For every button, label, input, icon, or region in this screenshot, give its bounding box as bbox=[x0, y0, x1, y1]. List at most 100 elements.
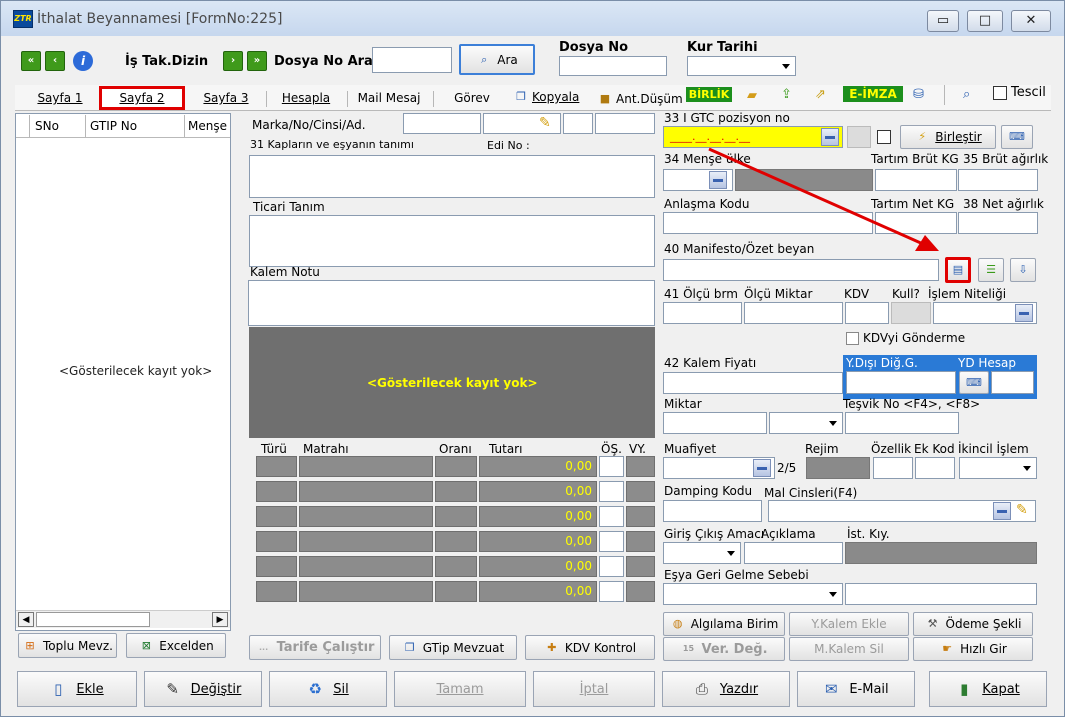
left-hscrollbar[interactable]: ◀ ▶ bbox=[16, 610, 230, 628]
ikincil-islem-dropdown[interactable] bbox=[959, 457, 1037, 479]
yd-hesap-input[interactable] bbox=[991, 371, 1034, 394]
minimize-button[interactable]: ▭ bbox=[927, 10, 959, 32]
kur-tarihi-dropdown[interactable] bbox=[687, 56, 796, 76]
kalem-fiyati-input[interactable] bbox=[663, 372, 843, 394]
col-sno[interactable]: SNo bbox=[35, 119, 59, 133]
maximize-button[interactable]: □ bbox=[967, 10, 1003, 32]
net-agirlik-input[interactable] bbox=[958, 212, 1038, 234]
ver-deg-button[interactable]: 15 Ver. Değ. bbox=[663, 637, 785, 661]
esya-geri-input[interactable] bbox=[845, 583, 1037, 605]
folder-export-icon[interactable]: ⇗ bbox=[815, 87, 826, 102]
db-icon[interactable]: ⛁ bbox=[913, 87, 924, 102]
tab-sayfa-3[interactable]: Sayfa 3 bbox=[191, 86, 261, 110]
tax-os-cell[interactable] bbox=[599, 556, 624, 577]
next-record-button[interactable]: › bbox=[223, 51, 243, 71]
kdv-input[interactable] bbox=[845, 302, 889, 324]
gtip-mevzuat-button[interactable]: ❐ GTip Mevzuat bbox=[389, 635, 517, 660]
tarife-calistir-button[interactable]: ... Tarife Çalıştır bbox=[249, 635, 381, 660]
folder-open-icon[interactable]: ▰ bbox=[747, 88, 757, 103]
col-orani: Oranı bbox=[439, 442, 472, 456]
tax-os-cell[interactable] bbox=[599, 531, 624, 552]
tax-os-cell[interactable] bbox=[599, 506, 624, 527]
kalem-notu-textarea[interactable] bbox=[248, 280, 655, 326]
is-takip-dizin-label[interactable]: İş Tak.Dizin bbox=[125, 54, 208, 69]
aciklama-input[interactable] bbox=[744, 542, 843, 564]
page-search-icon[interactable]: ⌕ bbox=[963, 87, 970, 102]
tax-type-cell bbox=[256, 481, 297, 502]
giris-cikis-dropdown[interactable] bbox=[663, 542, 741, 564]
e-imza-button[interactable]: E-İMZA bbox=[843, 86, 903, 102]
damping-kodu-label: Damping Kodu bbox=[664, 484, 753, 498]
sil-button[interactable]: ♻ Sil bbox=[269, 671, 387, 707]
hizli-gir-button[interactable]: ☛ Hızlı Gir bbox=[913, 637, 1033, 661]
tab-gorev[interactable]: Görev bbox=[437, 86, 507, 110]
ek-kod-input[interactable] bbox=[915, 457, 955, 479]
marka-input-3[interactable] bbox=[563, 113, 593, 134]
tax-os-cell[interactable] bbox=[599, 481, 624, 502]
toplu-mevz-button[interactable]: ⊞ Toplu Mevz. bbox=[18, 633, 117, 658]
close-button[interactable]: ✕ bbox=[1011, 10, 1051, 32]
marka-input-1[interactable] bbox=[403, 113, 481, 134]
miktar-unit-dropdown[interactable] bbox=[769, 412, 843, 434]
tax-os-cell[interactable] bbox=[599, 581, 624, 602]
tab-mail-mesaj[interactable]: Mail Mesaj bbox=[349, 86, 429, 110]
folder-up-icon[interactable]: ⇪ bbox=[781, 87, 792, 102]
mkalem-sil-button[interactable]: M.Kalem Sil bbox=[789, 637, 909, 661]
tab-hesapla[interactable]: Hesapla bbox=[269, 86, 343, 110]
tax-os-cell[interactable] bbox=[599, 456, 624, 477]
marka-input-4[interactable] bbox=[595, 113, 655, 134]
manifesto-input[interactable] bbox=[663, 259, 939, 281]
miktar-input[interactable] bbox=[663, 412, 767, 434]
last-record-button[interactable]: » bbox=[247, 51, 267, 71]
ara-button[interactable]: ⌕ Ara bbox=[459, 44, 535, 75]
kdv-gonderme-checkbox[interactable] bbox=[846, 332, 859, 345]
yazdir-button[interactable]: ⎙ Yazdır bbox=[662, 671, 790, 707]
edit-note-icon[interactable]: ✎ bbox=[1016, 502, 1028, 518]
tesvik-input[interactable] bbox=[845, 412, 959, 434]
ozellik-input[interactable] bbox=[873, 457, 913, 479]
kdv-kontrol-button[interactable]: ✚ KDV Kontrol bbox=[525, 635, 655, 660]
col-mense[interactable]: Menşe bbox=[188, 119, 227, 133]
odeme-sekli-button[interactable]: ⚒ Ödeme Şekli bbox=[913, 612, 1033, 636]
olcu-brm-input[interactable] bbox=[663, 302, 742, 324]
yd-keyboard-button[interactable]: ⌨ bbox=[959, 371, 989, 394]
dosya-no-input[interactable] bbox=[559, 56, 667, 76]
edit-note-icon[interactable]: ✎ bbox=[539, 115, 551, 131]
ykalem-ekle-button[interactable]: Y.Kalem Ekle bbox=[789, 612, 909, 636]
kapat-button[interactable]: ▮ Kapat bbox=[929, 671, 1047, 707]
damping-kodu-input[interactable] bbox=[663, 500, 762, 522]
email-button[interactable]: ✉ E-Mail bbox=[797, 671, 915, 707]
tamam-button[interactable]: Tamam bbox=[394, 671, 526, 707]
import-button[interactable]: ⇩ bbox=[1010, 258, 1036, 282]
esya-geri-dropdown[interactable] bbox=[663, 583, 843, 605]
col-matrahi: Matrahı bbox=[303, 442, 349, 456]
ydisi-input[interactable] bbox=[846, 371, 956, 394]
brut-agirlik-input[interactable] bbox=[958, 169, 1038, 191]
kaplar-textarea[interactable] bbox=[249, 155, 655, 198]
ant-dusum-button[interactable]: ■ Ant.Düşüm bbox=[597, 92, 683, 106]
degistir-button[interactable]: ✎ Değiştir bbox=[144, 671, 262, 707]
ist-kiy-label: İst. Kıy. bbox=[847, 527, 890, 541]
iptal-button[interactable]: İptal bbox=[533, 671, 655, 707]
islem-picker-button[interactable] bbox=[1015, 304, 1033, 322]
mal-cinsleri-picker-button[interactable] bbox=[993, 502, 1011, 520]
tab-sayfa-2[interactable]: Sayfa 2 bbox=[99, 86, 185, 110]
birlik-button[interactable]: BİRLİK bbox=[686, 87, 732, 102]
olcu-miktar-input[interactable] bbox=[744, 302, 843, 324]
prev-record-button[interactable]: ‹ bbox=[45, 51, 65, 71]
col-gtip-no[interactable]: GTIP No bbox=[90, 119, 137, 133]
algilama-birim-button[interactable]: ◍ Algılama Birim bbox=[663, 612, 785, 636]
info-icon[interactable]: i bbox=[73, 51, 93, 71]
kopyala-button[interactable]: ❐ Kopyala bbox=[513, 90, 579, 104]
tab-sayfa-1[interactable]: Sayfa 1 bbox=[27, 86, 93, 110]
muafiyet-picker-button[interactable] bbox=[753, 459, 771, 477]
first-record-button[interactable]: « bbox=[21, 51, 41, 71]
keyboard-button[interactable]: ⌨ bbox=[1001, 125, 1033, 149]
list-options-button[interactable]: ☰ bbox=[978, 258, 1004, 282]
dosya-no-search-input[interactable] bbox=[372, 47, 452, 73]
esya-geri-label: Eşya Geri Gelme Sebebi bbox=[664, 568, 809, 582]
excelden-button[interactable]: ⊠ Excelden bbox=[126, 633, 226, 658]
ticari-tanim-textarea[interactable] bbox=[249, 215, 655, 267]
ekle-button[interactable]: ▯ Ekle bbox=[17, 671, 137, 707]
tescil-checkbox[interactable]: Tescil bbox=[993, 85, 1046, 100]
